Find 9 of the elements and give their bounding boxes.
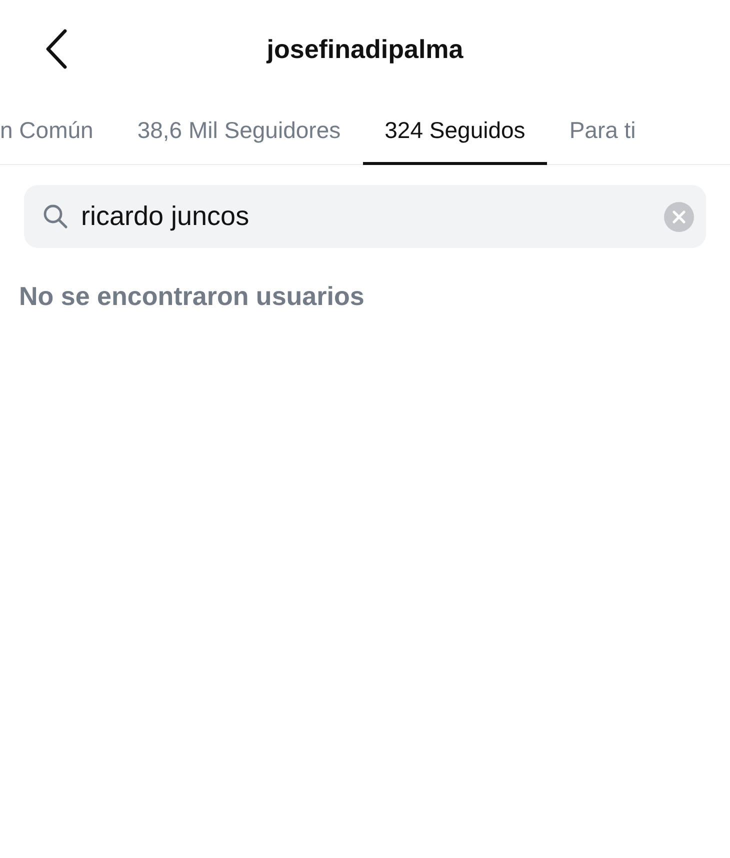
tab[interactable]: n Común bbox=[0, 98, 116, 165]
empty-message: No se encontraron usuarios bbox=[19, 281, 364, 312]
tab[interactable]: Para ti bbox=[547, 98, 658, 165]
search-field[interactable]: ricardo juncos bbox=[24, 185, 706, 248]
tab[interactable]: 38,6 Mil Seguidores bbox=[115, 98, 363, 165]
tab[interactable]: 324 Seguidos bbox=[362, 98, 548, 165]
back-icon[interactable] bbox=[44, 29, 68, 69]
profile-username: josefinadipalma bbox=[266, 34, 464, 64]
search-icon bbox=[43, 204, 68, 229]
